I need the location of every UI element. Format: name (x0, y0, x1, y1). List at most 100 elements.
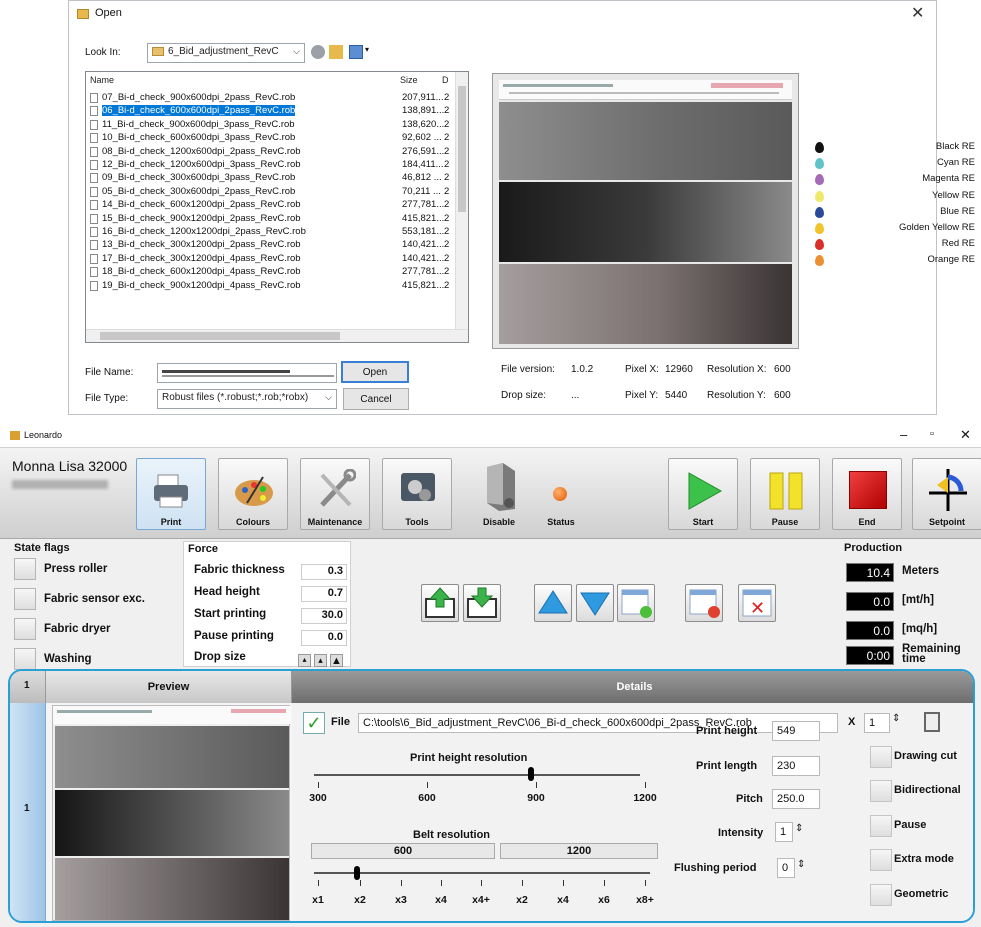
restore-icon[interactable]: ▫ (930, 428, 934, 440)
column-preview[interactable]: Preview (46, 671, 292, 703)
file-list[interactable]: Name Size D 07_Bi-d_check_900x600dpi_2pa… (85, 71, 469, 343)
drop-size-selector[interactable]: ▴ ▴ ▲ (298, 654, 346, 668)
close-icon[interactable]: ✕ (960, 427, 971, 443)
tools-button[interactable]: Tools (382, 458, 452, 530)
column-size[interactable]: Size (400, 75, 418, 85)
force-value[interactable]: 0.3 (301, 564, 347, 580)
option-checkbox[interactable] (870, 780, 892, 802)
belt-group-600: 600 (311, 843, 495, 859)
file-name-input[interactable] (157, 363, 337, 383)
colours-button[interactable]: Colours (218, 458, 288, 530)
file-row[interactable]: 07_Bi-d_check_900x600dpi_2pass_RevC.rob … (86, 91, 456, 104)
file-icon (90, 240, 98, 251)
intensity-spinner[interactable]: ⇕ (795, 823, 803, 834)
file-row[interactable]: 14_Bi-d_check_600x1200dpi_2pass_RevC.rob… (86, 198, 456, 211)
state-flag-toggle[interactable]: Press roller (14, 557, 174, 581)
look-in-select[interactable]: 6_Bid_adjustment_RevC ⌵ (147, 43, 305, 63)
column-details[interactable]: Details (292, 671, 973, 703)
cancel-button[interactable]: Cancel (343, 388, 409, 410)
move-up-button[interactable] (534, 584, 572, 622)
chevron-down-icon[interactable]: ▾ (365, 45, 369, 54)
column-date[interactable]: D (442, 75, 449, 85)
state-flag-toggle[interactable]: Fabric dryer (14, 617, 174, 641)
state-flag-toggle[interactable]: Fabric sensor exc. (14, 587, 174, 611)
print-length-field[interactable]: 230 (772, 756, 820, 776)
minimize-icon[interactable]: – (900, 427, 907, 442)
option-checkbox[interactable] (870, 884, 892, 906)
file-row[interactable]: 17_Bi-d_check_300x1200dpi_4pass_RevC.rob… (86, 252, 456, 265)
horizontal-scrollbar[interactable] (86, 329, 468, 342)
file-enabled-checkbox[interactable]: ✓ (303, 712, 325, 734)
file-row[interactable]: 09_Bi-d_check_300x600dpi_3pass_RevC.rob … (86, 171, 456, 184)
upload-button[interactable] (421, 584, 459, 622)
setpoint-button[interactable]: Setpoint (912, 458, 981, 530)
add-row-button[interactable] (617, 584, 655, 622)
vertical-scrollbar[interactable] (455, 72, 468, 330)
file-row[interactable]: 08_Bi-d_check_1200x600dpi_2pass_RevC.rob… (86, 145, 456, 158)
file-row[interactable]: 12_Bi-d_check_1200x600dpi_3pass_RevC.rob… (86, 158, 456, 171)
toggle-box[interactable] (14, 588, 36, 610)
close-icon[interactable]: ✕ (911, 3, 924, 23)
move-down-button[interactable] (576, 584, 614, 622)
clear-table-button[interactable]: ✕ (738, 584, 776, 622)
option-checkbox[interactable] (870, 746, 892, 768)
option-checkbox[interactable] (870, 849, 892, 871)
copies-spinner[interactable]: ⇕ (892, 713, 900, 724)
row-preview-thumbnail[interactable] (52, 705, 291, 921)
remove-row-button[interactable] (685, 584, 723, 622)
file-row[interactable]: 10_Bi-d_check_600x600dpi_3pass_RevC.rob … (86, 131, 456, 144)
flushing-period-spinner[interactable]: ⇕ (797, 859, 805, 870)
maintenance-button[interactable]: Maintenance (300, 458, 370, 530)
start-button[interactable]: Start (668, 458, 738, 530)
file-row[interactable]: 05_Bi-d_check_300x600dpi_2pass_RevC.rob … (86, 185, 456, 198)
column-name[interactable]: Name (90, 75, 114, 85)
disable-button[interactable]: Disable (464, 458, 534, 530)
print-height-field[interactable]: 549 (772, 721, 820, 741)
toggle-box[interactable] (14, 618, 36, 640)
flushing-period-field[interactable]: 0 (777, 858, 795, 878)
row-header[interactable]: 1 (10, 703, 46, 921)
scroll-thumb[interactable] (100, 332, 340, 340)
columns-icon[interactable] (924, 712, 940, 732)
file-type-select[interactable]: Robust files (*.robust;*.rob;*robx) ⌵ (157, 389, 337, 409)
file-row[interactable]: 16_Bi-d_check_1200x1200dpi_2pass_RevC.ro… (86, 225, 456, 238)
end-button[interactable]: End (832, 458, 902, 530)
force-value[interactable]: 0.7 (301, 586, 347, 602)
toggle-box[interactable] (14, 648, 36, 670)
file-icon (90, 227, 98, 237)
state-flag-toggle[interactable]: Washing (14, 647, 174, 671)
option-checkbox[interactable] (870, 815, 892, 837)
pitch-field[interactable]: 250.0 (772, 789, 820, 809)
view-menu-icon[interactable] (349, 45, 363, 59)
file-row[interactable]: 11_Bi-d_check_900x600dpi_3pass_RevC.rob … (86, 118, 456, 131)
file-row[interactable]: 13_Bi-d_check_300x1200dpi_2pass_RevC.rob… (86, 238, 456, 251)
status-indicator[interactable]: Status (526, 458, 596, 530)
print-height-resolution-thumb[interactable] (528, 767, 534, 781)
download-button[interactable] (463, 584, 501, 622)
copies-field[interactable]: 1 (864, 713, 890, 733)
file-type-value: Robust files (*.robust;*.rob;*robx) (162, 392, 309, 403)
large-drop-icon[interactable]: ▲ (330, 654, 343, 667)
toggle-box[interactable] (14, 558, 36, 580)
force-value[interactable]: 0.0 (301, 630, 347, 646)
file-icon (90, 93, 98, 103)
scroll-thumb[interactable] (458, 86, 466, 212)
open-button[interactable]: Open (341, 361, 409, 383)
belt-resolution-slider[interactable] (314, 872, 650, 874)
medium-drop-icon[interactable]: ▴ (314, 654, 327, 667)
file-row[interactable]: 15_Bi-d_check_900x1200dpi_2pass_RevC.rob… (86, 212, 456, 225)
small-drop-icon[interactable]: ▴ (298, 654, 311, 667)
file-path-field[interactable]: C:\tools\6_Bid_adjustment_RevC\06_Bi-d_c… (358, 713, 838, 733)
file-row[interactable]: 19_Bi-d_check_900x1200dpi_4pass_RevC.rob… (86, 279, 456, 292)
force-value[interactable]: 30.0 (301, 608, 347, 624)
production-row: 0.0 [mq/h] (846, 621, 981, 641)
print-height-resolution-slider[interactable] (314, 774, 640, 776)
file-row[interactable]: 06_Bi-d_check_600x600dpi_2pass_RevC.rob … (86, 104, 456, 118)
file-row[interactable]: 18_Bi-d_check_600x1200dpi_4pass_RevC.rob… (86, 265, 456, 278)
belt-resolution-thumb[interactable] (354, 866, 360, 880)
pause-button[interactable]: Pause (750, 458, 820, 530)
back-icon[interactable] (311, 45, 325, 59)
up-folder-icon[interactable] (329, 45, 343, 59)
intensity-field[interactable]: 1 (775, 822, 793, 842)
print-button[interactable]: Print (136, 458, 206, 530)
